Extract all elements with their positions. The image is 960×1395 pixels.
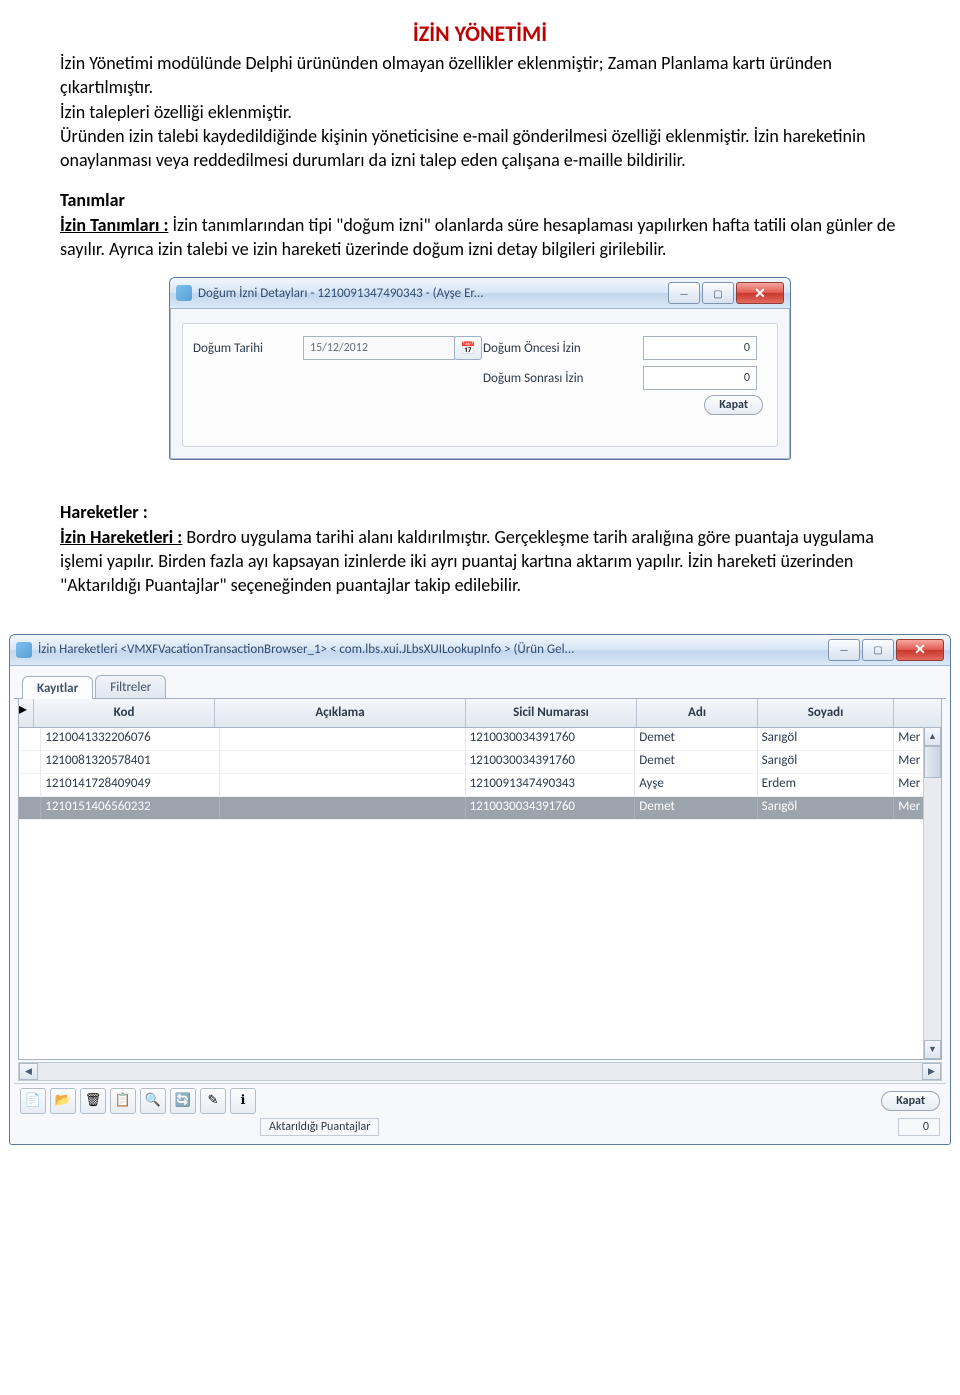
dialog-titlebar[interactable]: Doğum İzni Detayları - 1210091347490343 … xyxy=(170,278,790,309)
cell-aciklama xyxy=(220,797,465,819)
scroll-thumb[interactable] xyxy=(924,746,941,778)
tabstrip: Kayıtlar Filtreler xyxy=(14,672,946,699)
row-marker-col[interactable]: ▸ xyxy=(19,699,34,727)
copy-icon[interactable]: 📋 xyxy=(110,1088,136,1114)
table-row[interactable]: 1210141728409049 1210091347490343 Ayşe E… xyxy=(19,774,941,797)
cell-kod: 1210141728409049 xyxy=(41,774,220,796)
tab-filtreler[interactable]: Filtreler xyxy=(95,675,166,698)
oncesi-field[interactable]: 0 xyxy=(643,336,757,360)
dogum-tarihi-field[interactable]: 15/12/2012 xyxy=(303,336,455,360)
izin-tanimlari-text: İzin tanımlarından tipi "doğum izni" ola… xyxy=(60,214,895,260)
vertical-scrollbar[interactable]: ▲ ▼ xyxy=(923,727,941,1059)
cell-sicil: 1210030034391760 xyxy=(466,751,636,773)
col-soyadi[interactable]: Soyadı xyxy=(758,699,894,727)
sonrasi-field[interactable]: 0 xyxy=(643,366,757,390)
new-icon[interactable]: 📄 xyxy=(20,1088,46,1114)
hareketler-heading: Hareketler : xyxy=(60,501,148,523)
col-extra[interactable] xyxy=(894,699,934,727)
kapat-button[interactable]: Kapat xyxy=(881,1091,940,1111)
col-aciklama[interactable]: Açıklama xyxy=(215,699,466,727)
delete-icon[interactable]: 🗑 xyxy=(80,1088,106,1114)
form-panel: Doğum Tarihi 15/12/2012 📅 Doğum Öncesi İ… xyxy=(182,323,778,447)
cell-kod: 1210151406560232 xyxy=(41,797,220,819)
app-icon xyxy=(176,285,192,301)
tab-kayitlar[interactable]: Kayıtlar xyxy=(22,676,93,699)
minimize-button[interactable]: — xyxy=(668,282,700,304)
kapat-button[interactable]: Kapat xyxy=(704,395,763,415)
open-icon[interactable]: 📂 xyxy=(50,1088,76,1114)
close-button[interactable]: ✕ xyxy=(896,639,944,661)
oncesi-label: Doğum Öncesi İzin xyxy=(483,341,643,356)
cell-soyadi: Sarıgöl xyxy=(758,797,895,819)
cell-soyadi: Sarıgöl xyxy=(758,728,895,750)
scroll-right-icon[interactable]: ▶ xyxy=(922,1063,941,1080)
page-title: İZİN YÖNETİMİ xyxy=(60,20,900,47)
window2-caption: İzin Hareketleri <VMXFVacationTransactio… xyxy=(38,642,828,657)
minimize-button[interactable]: — xyxy=(828,639,860,661)
calendar-icon[interactable]: 📅 xyxy=(454,336,482,360)
cell-adi: Ayşe xyxy=(635,774,757,796)
intro-paragraph: İzin Yönetimi modülünde Delphi ürününden… xyxy=(60,51,900,172)
cell-sicil: 1210091347490343 xyxy=(466,774,636,796)
scroll-down-icon[interactable]: ▼ xyxy=(924,1040,941,1059)
cell-sicil: 1210030034391760 xyxy=(466,728,636,750)
close-button[interactable]: ✕ xyxy=(736,282,784,304)
edit-icon[interactable]: ✎ xyxy=(200,1088,226,1114)
tanimlar-paragraph: Tanımlar İzin Tanımları : İzin tanımları… xyxy=(60,188,900,261)
table-row[interactable]: 1210081320578401 1210030034391760 Demet … xyxy=(19,751,941,774)
cell-sicil: 1210030034391760 xyxy=(466,797,636,819)
cell-aciklama xyxy=(220,728,465,750)
info-icon[interactable]: ℹ xyxy=(230,1088,256,1114)
maximize-button[interactable]: ▢ xyxy=(862,639,894,661)
window2-titlebar[interactable]: İzin Hareketleri <VMXFVacationTransactio… xyxy=(10,635,950,666)
cell-adi: Demet xyxy=(635,728,757,750)
status-bar: Aktarıldığı Puantajlar 0 xyxy=(14,1118,946,1140)
cell-aciklama xyxy=(220,774,465,796)
scroll-up-icon[interactable]: ▲ xyxy=(924,727,941,746)
col-sicil[interactable]: Sicil Numarası xyxy=(466,699,637,727)
tanimlar-heading: Tanımlar xyxy=(60,189,125,211)
search-icon[interactable]: 🔍 xyxy=(140,1088,166,1114)
sonrasi-label: Doğum Sonrası İzin xyxy=(483,371,643,386)
dogum-tarihi-value: 15/12/2012 xyxy=(304,341,454,355)
cell-aciklama xyxy=(220,751,465,773)
status-label: Aktarıldığı Puantajlar xyxy=(260,1118,379,1136)
cell-adi: Demet xyxy=(635,751,757,773)
data-grid: ▸ Kod Açıklama Sicil Numarası Adı Soyadı… xyxy=(18,699,942,1060)
dogum-izni-dialog: Doğum İzni Detayları - 1210091347490343 … xyxy=(169,277,791,460)
dogum-tarihi-label: Doğum Tarihi xyxy=(193,341,303,356)
status-count: 0 xyxy=(898,1118,940,1136)
col-adi[interactable]: Adı xyxy=(637,699,758,727)
izin-hareketleri-window: İzin Hareketleri <VMXFVacationTransactio… xyxy=(9,634,951,1145)
refresh-icon[interactable]: 🔄 xyxy=(170,1088,196,1114)
cell-kod: 1210041332206076 xyxy=(41,728,220,750)
cell-kod: 1210081320578401 xyxy=(41,751,220,773)
izin-hareketleri-text: Bordro uygulama tarihi alanı kaldırılmış… xyxy=(60,526,874,597)
scroll-left-icon[interactable]: ◀ xyxy=(19,1063,38,1080)
table-row[interactable]: 1210041332206076 1210030034391760 Demet … xyxy=(19,728,941,751)
izin-hareketleri-label: İzin Hareketleri : xyxy=(60,526,182,548)
table-row[interactable]: 1210151406560232 1210030034391760 Demet … xyxy=(19,797,941,820)
col-kod[interactable]: Kod xyxy=(34,699,215,727)
dialog-caption: Doğum İzni Detayları - 1210091347490343 … xyxy=(198,286,668,301)
izin-tanimlari-label: İzin Tanımları : xyxy=(60,214,168,236)
toolbar: 📄 📂 🗑 📋 🔍 🔄 ✎ ℹ Kapat xyxy=(14,1083,946,1118)
cell-soyadi: Sarıgöl xyxy=(758,751,895,773)
hareketler-paragraph: Hareketler : İzin Hareketleri : Bordro u… xyxy=(60,500,900,597)
app-icon xyxy=(16,642,32,658)
cell-adi: Demet xyxy=(635,797,757,819)
cell-soyadi: Erdem xyxy=(758,774,895,796)
grid-header: ▸ Kod Açıklama Sicil Numarası Adı Soyadı xyxy=(19,699,941,728)
horizontal-scrollbar[interactable]: ◀ ▶ xyxy=(18,1062,942,1081)
maximize-button[interactable]: ▢ xyxy=(702,282,734,304)
